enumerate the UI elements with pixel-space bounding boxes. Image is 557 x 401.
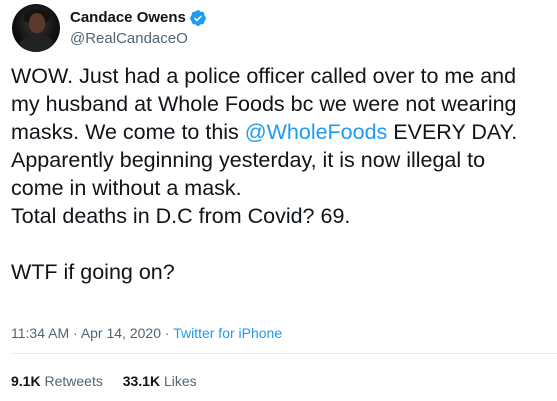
tweet-line-1: WOW. Just had a police officer called ov…: [11, 64, 517, 88]
tweet-line-3-text: masks. We come to this: [11, 120, 245, 144]
tweet-line-2: my husband at Whole Foods bc we were not…: [11, 92, 517, 116]
tweet-card: Candace Owens @RealCandaceO WOW. Just ha…: [0, 0, 557, 401]
tweet-line-4: Apparently beginning yesterday, it is no…: [11, 148, 486, 172]
user-handle[interactable]: @RealCandaceO: [70, 29, 207, 49]
tweet-line-6: Total deaths in D.C from Covid? 69.: [11, 204, 351, 228]
avatar-face: [29, 13, 45, 33]
tweet-line-3-suffix: EVERY DAY.: [387, 120, 518, 144]
user-names: Candace Owens @RealCandaceO: [70, 8, 207, 49]
mention-link[interactable]: @WholeFoods: [245, 120, 388, 144]
tweet-text: WOW. Just had a police officer called ov…: [11, 62, 551, 286]
tweet-time[interactable]: 11:34 AM: [11, 325, 69, 341]
tweet-meta: 11:34 AM · Apr 14, 2020 · Twitter for iP…: [11, 323, 282, 343]
meta-separator-1: ·: [73, 325, 78, 341]
divider: [11, 353, 557, 354]
retweets-label: Retweets: [44, 373, 103, 389]
tweet-line-3: masks. We come to this @WholeFoods EVERY…: [11, 118, 551, 146]
name-row: Candace Owens: [70, 8, 207, 28]
avatar[interactable]: [12, 4, 60, 52]
likes-stat[interactable]: 33.1K Likes: [123, 371, 197, 391]
tweet-stats: 9.1K Retweets 33.1K Likes: [11, 371, 197, 391]
verified-badge-icon: [190, 9, 206, 26]
tweet-source-link[interactable]: Twitter for iPhone: [173, 325, 282, 341]
tweet-line-8: WTF if going on?: [11, 260, 175, 284]
display-name[interactable]: Candace Owens: [70, 8, 186, 28]
meta-separator-2: ·: [164, 325, 170, 341]
likes-label: Likes: [163, 373, 197, 389]
tweet-header: Candace Owens @RealCandaceO: [12, 4, 207, 52]
likes-count: 33.1K: [122, 373, 161, 389]
tweet-date[interactable]: Apr 14, 2020: [81, 325, 161, 341]
avatar-shoulders: [20, 34, 54, 52]
retweets-count: 9.1K: [11, 373, 41, 389]
retweets-stat[interactable]: 9.1K Retweets: [11, 371, 103, 391]
tweet-line-5: come in without a mask.: [11, 176, 242, 200]
